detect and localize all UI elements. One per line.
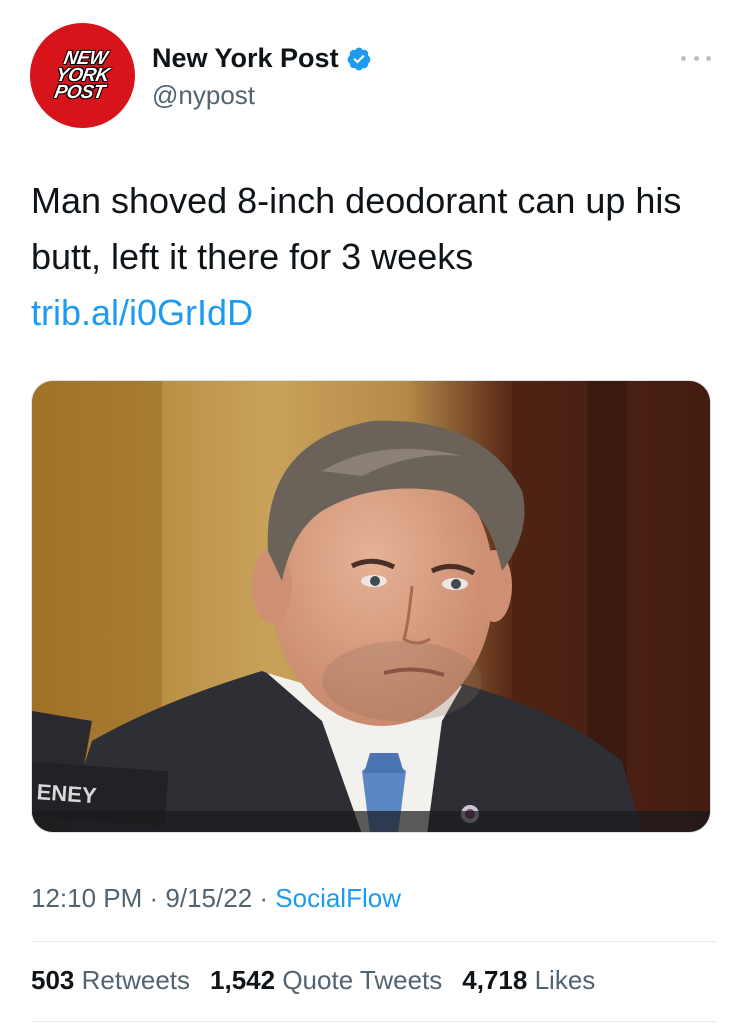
author-name-row[interactable]: New York Post <box>152 43 372 74</box>
photo-illustration: ENEY <box>32 381 710 832</box>
likes-stat[interactable]: 4,718 Likes <box>462 965 595 996</box>
logo-line-3: POST <box>52 82 107 103</box>
quote-tweets-count: 1,542 <box>210 965 276 995</box>
author-display-name[interactable]: New York Post <box>152 43 339 74</box>
new-york-post-logo: NEW YORK POST <box>52 48 114 103</box>
verified-badge-icon <box>347 47 370 70</box>
tweet-link[interactable]: trib.al/i0GrIdD <box>31 285 253 341</box>
tweet-text: Man shoved 8-inch deodorant can up his b… <box>31 180 682 277</box>
retweets-stat[interactable]: 503 Retweets <box>31 965 190 996</box>
retweets-label: Retweets <box>81 965 191 995</box>
meta-separator-2: · <box>252 883 276 913</box>
nameplate-text: ENEY <box>36 779 98 808</box>
tweet-meta: 12:10 PM · 9/15/22 · SocialFlow <box>31 883 401 914</box>
tweet-card: NEW YORK POST New York Post @nypost Man … <box>0 0 747 1024</box>
author-handle[interactable]: @nypost <box>152 80 255 111</box>
tweet-date[interactable]: 9/15/22 <box>165 883 252 913</box>
divider-bottom <box>31 1021 716 1022</box>
quote-tweets-label: Quote Tweets <box>282 965 443 995</box>
tweet-stats: 503 Retweets 1,542 Quote Tweets 4,718 Li… <box>31 965 595 996</box>
retweets-count: 503 <box>31 965 75 995</box>
likes-label: Likes <box>534 965 596 995</box>
quote-tweets-stat[interactable]: 1,542 Quote Tweets <box>210 965 442 996</box>
more-options-icon[interactable] <box>681 53 711 63</box>
likes-count: 4,718 <box>462 965 528 995</box>
tweet-source[interactable]: SocialFlow <box>275 883 401 913</box>
author-avatar[interactable]: NEW YORK POST <box>30 23 135 128</box>
tweet-time[interactable]: 12:10 PM <box>31 883 142 913</box>
divider-top <box>31 941 716 942</box>
tweet-photo[interactable]: ENEY <box>31 380 711 833</box>
meta-separator-1: · <box>142 883 166 913</box>
